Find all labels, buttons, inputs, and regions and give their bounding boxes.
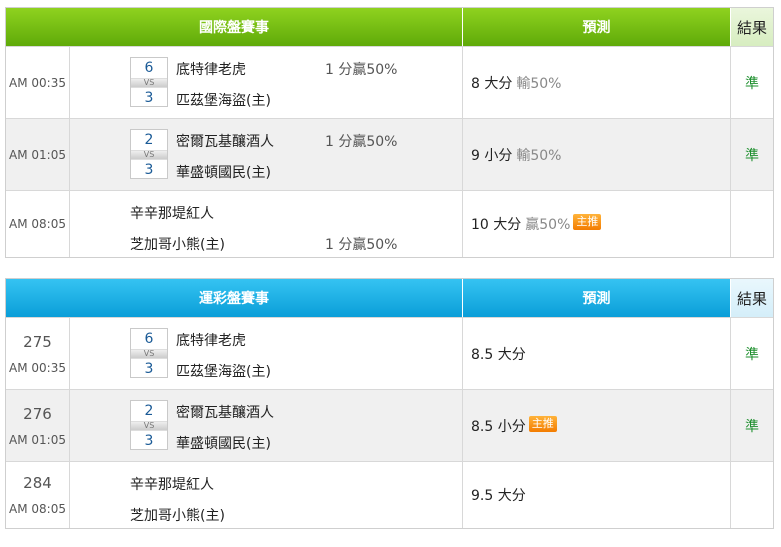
game-id-time: 276 AM 01:05 [6, 390, 70, 461]
game-time: AM 01:05 [9, 432, 66, 447]
score-away: 3 [144, 433, 154, 449]
match-cell: 6 VS 3 底特律老虎 匹茲堡海盜(主) 1 分贏50% [70, 47, 463, 118]
result-cell [731, 462, 773, 528]
game-time: AM 00:35 [9, 360, 66, 375]
intl-table: 國際盤賽事 預測 結果 AM 00:35 6 VS 3 底特律老虎 匹茲堡海盜(… [5, 7, 774, 258]
handicap-odds: 1 分贏50% [325, 62, 398, 78]
intl-header-prediction: 預測 [463, 8, 731, 46]
team-away-name[interactable]: 底特律老虎 [176, 59, 246, 79]
score-home: 6 [144, 331, 154, 347]
prediction-value: 8.5 大分 [471, 346, 526, 363]
vs-label: VS [131, 421, 167, 431]
prediction-cell: 8.5 小分 主推 [463, 390, 731, 461]
featured-badge: 主推 [528, 415, 557, 432]
vs-label: VS [131, 78, 167, 88]
table-row: 284 AM 08:05 辛辛那堤紅人 芝加哥小熊(主) 9.5 大分 [6, 461, 773, 528]
lottery-table: 運彩盤賽事 預測 結果 275 AM 00:35 6 VS 3 底特律老虎 匹茲… [5, 278, 774, 529]
handicap-odds: 1 分贏50% [325, 237, 398, 253]
table-row: AM 01:05 2 VS 3 密爾瓦基釀酒人 華盛頓國民(主) 1 分贏50%… [6, 118, 773, 190]
prediction-value: 8.5 小分 [471, 418, 526, 435]
game-number: 276 [23, 404, 52, 423]
score-away: 3 [144, 162, 154, 178]
game-time: AM 08:05 [6, 191, 70, 257]
intl-header-result: 結果 [731, 8, 773, 46]
team-away-name[interactable]: 密爾瓦基釀酒人 [176, 131, 274, 151]
game-number: 275 [23, 332, 52, 351]
team-home-name[interactable]: 匹茲堡海盜(主) [176, 361, 271, 381]
lottery-header-prediction: 預測 [463, 279, 731, 317]
lottery-header: 運彩盤賽事 預測 結果 [6, 279, 773, 317]
prediction-cell: 9.5 大分 [463, 462, 731, 528]
result-cell: 準 [745, 75, 759, 92]
match-cell: 辛辛那堤紅人 芝加哥小熊(主) 1 分贏50% [70, 191, 463, 257]
featured-badge: 主推 [573, 214, 602, 230]
prediction-percent: 輸50% [516, 75, 562, 92]
match-cell: 6 VS 3 底特律老虎 匹茲堡海盜(主) [70, 318, 463, 389]
team-home-name[interactable]: 芝加哥小熊(主) [130, 234, 225, 254]
team-away-name[interactable]: 辛辛那堤紅人 [130, 474, 214, 494]
prediction-value: 9.5 大分 [471, 488, 526, 504]
prediction-percent: 輸50% [516, 147, 562, 164]
prediction-value: 9 小分 [471, 147, 513, 164]
score-box: 6 VS 3 [130, 328, 168, 378]
game-time: AM 08:05 [9, 502, 66, 516]
game-time: AM 01:05 [6, 119, 70, 190]
result-cell: 準 [745, 147, 759, 164]
score-box: 6 VS 3 [130, 57, 168, 107]
prediction-cell: 10 大分 贏50% 主推 [463, 191, 731, 257]
team-away-name[interactable]: 辛辛那堤紅人 [130, 203, 214, 223]
lottery-header-result: 結果 [731, 279, 773, 317]
score-home: 2 [144, 403, 154, 419]
intl-header-match: 國際盤賽事 [6, 8, 463, 46]
team-home-name[interactable]: 匹茲堡海盜(主) [176, 90, 271, 110]
prediction-value: 8 大分 [471, 75, 513, 92]
score-box: 2 VS 3 [130, 129, 168, 179]
match-cell: 2 VS 3 密爾瓦基釀酒人 華盛頓國民(主) 1 分贏50% [70, 119, 463, 190]
team-home-name[interactable]: 華盛頓國民(主) [176, 433, 271, 453]
prediction-percent: 贏50% [525, 217, 571, 233]
game-number: 284 [23, 474, 52, 492]
result-cell: 準 [745, 346, 759, 363]
handicap-odds: 1 分贏50% [325, 134, 398, 150]
team-home-name[interactable]: 華盛頓國民(主) [176, 162, 271, 182]
prediction-cell: 8 大分 輸50% [463, 47, 731, 118]
match-cell: 2 VS 3 密爾瓦基釀酒人 華盛頓國民(主) [70, 390, 463, 461]
prediction-cell: 9 小分 輸50% [463, 119, 731, 190]
table-row: 275 AM 00:35 6 VS 3 底特律老虎 匹茲堡海盜(主) 8.5 大… [6, 317, 773, 389]
result-cell: 準 [745, 418, 759, 435]
table-row: 276 AM 01:05 2 VS 3 密爾瓦基釀酒人 華盛頓國民(主) 8.5… [6, 389, 773, 461]
result-cell [731, 191, 773, 257]
vs-label: VS [131, 150, 167, 160]
table-row: AM 08:05 辛辛那堤紅人 芝加哥小熊(主) 1 分贏50% 10 大分 贏… [6, 190, 773, 257]
team-away-name[interactable]: 底特律老虎 [176, 330, 246, 350]
game-time: AM 00:35 [6, 47, 70, 118]
intl-header: 國際盤賽事 預測 結果 [6, 8, 773, 46]
game-id-time: 284 AM 08:05 [6, 462, 70, 528]
score-home: 6 [144, 60, 154, 76]
game-id-time: 275 AM 00:35 [6, 318, 70, 389]
lottery-header-match: 運彩盤賽事 [6, 279, 463, 317]
team-home-name[interactable]: 芝加哥小熊(主) [130, 505, 225, 525]
score-away: 3 [144, 90, 154, 106]
match-cell: 辛辛那堤紅人 芝加哥小熊(主) [70, 462, 463, 528]
table-row: AM 00:35 6 VS 3 底特律老虎 匹茲堡海盜(主) 1 分贏50% 8… [6, 46, 773, 118]
prediction-value: 10 大分 [471, 217, 522, 233]
score-home: 2 [144, 132, 154, 148]
vs-label: VS [131, 349, 167, 359]
score-away: 3 [144, 361, 154, 377]
team-away-name[interactable]: 密爾瓦基釀酒人 [176, 402, 274, 422]
prediction-cell: 8.5 大分 [463, 318, 731, 389]
score-box: 2 VS 3 [130, 400, 168, 450]
